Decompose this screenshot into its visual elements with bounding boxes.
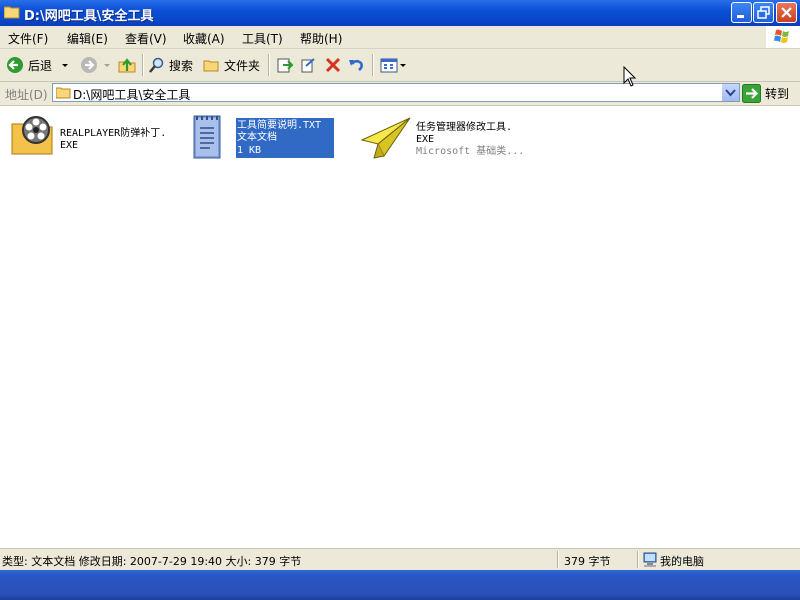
window-title: D:\网吧工具\安全工具 bbox=[24, 9, 154, 24]
menu-bar: 文件(F) 编辑(E) 查看(V) 收藏(A) 工具(T) 帮助(H) bbox=[0, 26, 800, 49]
forward-button[interactable] bbox=[80, 54, 112, 76]
file-name: REALPLAYER防弹补丁. bbox=[60, 128, 167, 139]
file-type: EXE bbox=[416, 134, 435, 145]
forward-arrow-icon bbox=[81, 57, 97, 73]
status-size: 379 字节 bbox=[564, 555, 611, 568]
search-button[interactable]: 搜索 bbox=[148, 54, 193, 76]
menu-edit[interactable]: 编辑(E) bbox=[67, 30, 108, 47]
undo-icon bbox=[349, 60, 363, 71]
copy-to-button[interactable] bbox=[300, 54, 318, 76]
file-description: Microsoft 基础类... bbox=[416, 146, 525, 157]
toolbar-separator bbox=[372, 54, 374, 76]
toolbar: 后退 搜索 文件夹 bbox=[0, 49, 800, 82]
chevron-down-icon bbox=[62, 64, 69, 67]
text-document-icon bbox=[193, 115, 221, 159]
status-details: 类型: 文本文档 修改日期: 2007-7-29 19:40 大小: 379 字… bbox=[2, 555, 302, 568]
paper-plane-icon bbox=[360, 117, 411, 159]
mouse-cursor-icon bbox=[623, 66, 637, 87]
up-folder-icon bbox=[118, 58, 136, 73]
status-bar: 类型: 文本文档 修改日期: 2007-7-29 19:40 大小: 379 字… bbox=[0, 548, 800, 571]
minimize-button[interactable] bbox=[731, 2, 752, 23]
menu-tools[interactable]: 工具(T) bbox=[242, 30, 283, 47]
my-computer-icon bbox=[643, 552, 657, 567]
menu-file[interactable]: 文件(F) bbox=[8, 30, 48, 47]
folder-icon bbox=[56, 87, 71, 99]
toolbar-separator bbox=[268, 54, 270, 76]
go-arrow-icon bbox=[742, 83, 761, 103]
file-list-view[interactable]: REALPLAYER防弹补丁. EXE 工具简要说明.TXT 文本文档 1 KB… bbox=[0, 106, 800, 548]
back-button[interactable]: 后退 bbox=[6, 54, 70, 76]
delete-x-icon bbox=[325, 57, 341, 73]
move-to-icon bbox=[277, 58, 294, 73]
folders-label: 文件夹 bbox=[224, 58, 261, 73]
file-name: 任务管理器修改工具. bbox=[416, 122, 513, 133]
file-type: EXE bbox=[60, 140, 79, 151]
taskbar[interactable] bbox=[0, 570, 800, 600]
address-dropdown-button[interactable] bbox=[721, 84, 739, 101]
realplayer-icon bbox=[11, 116, 53, 155]
menu-favorites[interactable]: 收藏(A) bbox=[183, 30, 225, 47]
file-item[interactable]: REALPLAYER防弹补丁. EXE bbox=[8, 110, 188, 166]
address-path: D:\网吧工具\安全工具 bbox=[73, 88, 191, 102]
folders-button[interactable]: 文件夹 bbox=[203, 54, 260, 76]
minimize-icon bbox=[737, 15, 744, 18]
back-label: 后退 bbox=[28, 58, 53, 73]
move-to-button[interactable] bbox=[276, 54, 294, 76]
up-folder-button[interactable] bbox=[118, 54, 136, 76]
views-button[interactable] bbox=[380, 54, 407, 76]
close-icon bbox=[781, 7, 792, 18]
maximize-button[interactable] bbox=[753, 2, 774, 23]
copy-to-icon bbox=[301, 58, 315, 73]
go-button[interactable]: 转到 bbox=[742, 83, 798, 103]
toolbar-separator bbox=[142, 54, 144, 76]
windows-logo-icon bbox=[766, 26, 800, 48]
close-button[interactable] bbox=[776, 2, 797, 23]
back-arrow-icon bbox=[7, 57, 23, 73]
file-name: 工具简要说明.TXT bbox=[237, 120, 322, 131]
file-item[interactable]: 工具简要说明.TXT 文本文档 1 KB bbox=[190, 110, 340, 166]
restore-icon bbox=[757, 6, 770, 19]
file-item[interactable]: 任务管理器修改工具. EXE Microsoft 基础类... bbox=[360, 110, 550, 166]
chevron-down-icon bbox=[104, 64, 110, 67]
folder-icon bbox=[4, 6, 20, 19]
search-label: 搜索 bbox=[169, 58, 194, 73]
folders-icon bbox=[203, 60, 219, 71]
chevron-down-icon bbox=[400, 64, 406, 67]
status-location: 我的电脑 bbox=[660, 555, 704, 568]
file-size: 1 KB bbox=[237, 145, 262, 156]
menu-view[interactable]: 查看(V) bbox=[125, 30, 167, 47]
go-label: 转到 bbox=[765, 86, 790, 101]
address-label: 地址(D) bbox=[5, 88, 48, 102]
menu-help[interactable]: 帮助(H) bbox=[300, 30, 342, 47]
delete-button[interactable] bbox=[324, 54, 342, 76]
views-icon bbox=[380, 58, 398, 73]
status-separator bbox=[557, 551, 559, 568]
file-type: 文本文档 bbox=[237, 132, 277, 143]
address-bar: 地址(D) D:\网吧工具\安全工具 转到 bbox=[0, 82, 800, 106]
title-bar[interactable]: D:\网吧工具\安全工具 bbox=[0, 0, 800, 26]
undo-button[interactable] bbox=[347, 54, 365, 76]
chevron-down-icon bbox=[725, 89, 736, 97]
status-separator bbox=[637, 551, 639, 568]
search-icon bbox=[149, 57, 164, 73]
